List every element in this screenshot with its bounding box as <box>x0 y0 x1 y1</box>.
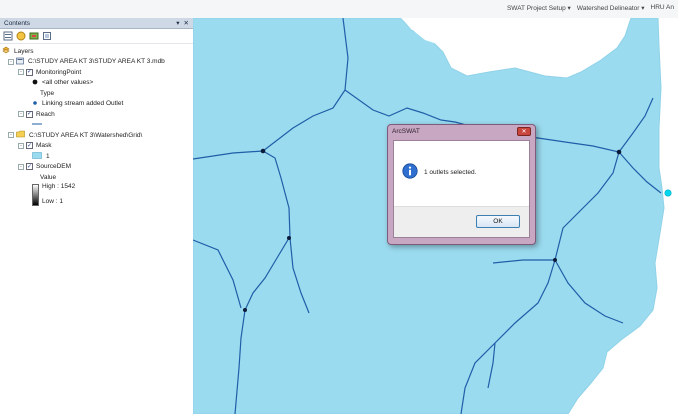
toc-row-symbol-reach-line <box>2 120 191 131</box>
blue-dot-icon <box>32 100 38 108</box>
outlet-point[interactable] <box>553 258 557 262</box>
toc-row-label: Reach <box>36 110 55 118</box>
toc-toolbar <box>0 29 193 44</box>
table-of-contents-panel: Contents ▾ ✕ Layers - C:\STUDY AREA KT 3… <box>0 18 194 414</box>
ramp-icon <box>32 183 39 206</box>
toc-row-source-dem[interactable]: - ✓ SourceDEM <box>2 162 191 173</box>
dialog-title: ArcSWAT <box>392 127 420 135</box>
ramp-low-label: Low : 1 <box>42 197 63 205</box>
menu-watershed-delineator[interactable]: Watershed Delineator ▾ <box>577 4 645 12</box>
toc-row-label: Linking stream added Outlet <box>42 100 124 108</box>
outlet-point[interactable] <box>287 236 291 240</box>
toc-row-label: C:\STUDY AREA KT 3\Watershed\Grid\ <box>29 131 143 139</box>
list-by-selection-icon[interactable] <box>42 31 52 41</box>
collapse-toggle[interactable]: - <box>8 132 14 139</box>
collapse-toggle[interactable]: - <box>8 58 14 65</box>
toc-row-label: MonitoringPoint <box>36 68 82 76</box>
toc-title: Contents <box>4 19 31 27</box>
menu-hru-analysis[interactable]: HRU An <box>651 4 674 12</box>
layer-visibility-checkbox[interactable]: ✓ <box>26 142 33 150</box>
swat-menu-bar: SWAT Project Setup ▾ Watershed Delineato… <box>507 4 674 12</box>
toc-row-type-heading: Type <box>2 88 191 99</box>
dialog-body: 1 outlets selected. OK <box>393 140 530 238</box>
toc-row-layers[interactable]: Layers <box>2 46 191 57</box>
toc-row-mask[interactable]: - ✓ Mask <box>2 141 191 152</box>
database-icon <box>16 57 24 67</box>
top-toolbar: SWAT Project Setup ▾ Watershed Delineato… <box>0 0 678 19</box>
outlet-point[interactable] <box>260 148 266 154</box>
toc-row-symbol-added-outlet: Linking stream added Outlet <box>2 99 191 110</box>
toc-row-label: Type <box>40 89 55 97</box>
toc-title-bar: Contents ▾ ✕ <box>0 18 193 29</box>
ok-button[interactable]: OK <box>476 215 520 228</box>
toc-row-label: C:\STUDY AREA KT 3\STUDY AREA KT 3.mdb <box>28 58 165 66</box>
toc-row-value-heading: Value <box>2 172 191 183</box>
collapse-toggle[interactable]: - <box>18 111 24 118</box>
black-dot-icon <box>32 79 38 87</box>
collapse-toggle[interactable]: - <box>18 163 24 170</box>
line-icon <box>32 121 42 129</box>
selected-added-outlet[interactable] <box>664 189 672 197</box>
outlet-point[interactable] <box>243 308 247 312</box>
outlet-point[interactable] <box>616 149 622 155</box>
dialog-message: 1 outlets selected. <box>424 168 477 176</box>
close-icon[interactable]: ✕ <box>184 19 189 27</box>
layer-tree: Layers - C:\STUDY AREA KT 3\STUDY AREA K… <box>0 44 193 209</box>
list-by-visibility-icon[interactable] <box>29 31 39 41</box>
dialog-close-button[interactable]: ✕ <box>517 126 531 136</box>
toc-row-label: Mask <box>36 142 52 150</box>
collapse-toggle[interactable]: - <box>18 142 24 149</box>
list-by-drawing-order-icon[interactable] <box>3 31 13 41</box>
ramp-high-label: High : 1542 <box>42 182 76 190</box>
list-by-source-icon[interactable] <box>16 31 26 41</box>
dialog-button-bar: OK <box>394 206 529 237</box>
collapse-toggle[interactable]: - <box>18 69 24 76</box>
toc-row-label: SourceDEM <box>36 163 72 171</box>
menu-swat-project-setup[interactable]: SWAT Project Setup ▾ <box>507 4 571 12</box>
dem-ramp-legend: High : 1542 Low : 1 <box>2 183 191 207</box>
toc-row-monitoring-point[interactable]: - ✓ MonitoringPoint <box>2 67 191 78</box>
toc-row-symbol-other-values: <all other values> <box>2 78 191 89</box>
toc-row-label: Layers <box>14 47 34 55</box>
toc-row-label: <all other values> <box>42 79 94 87</box>
layer-visibility-checkbox[interactable]: ✓ <box>26 163 33 171</box>
toc-row-label: 1 <box>46 152 50 160</box>
folder-icon <box>16 130 25 140</box>
arcswat-message-dialog: ArcSWAT ✕ 1 outlets selected. OK <box>387 124 536 245</box>
blue-swatch-icon <box>32 151 42 161</box>
toc-row-reach[interactable]: - ✓ Reach <box>2 109 191 120</box>
pin-dropdown-icon[interactable]: ▾ <box>176 19 179 27</box>
layer-visibility-checkbox[interactable]: ✓ <box>26 110 33 118</box>
toc-row-label: Value <box>40 173 57 181</box>
info-icon <box>402 163 418 181</box>
layer-visibility-checkbox[interactable]: ✓ <box>26 68 33 76</box>
toc-row-database[interactable]: - C:\STUDY AREA KT 3\STUDY AREA KT 3.mdb <box>2 57 191 68</box>
dialog-title-bar[interactable]: ArcSWAT ✕ <box>388 125 535 137</box>
dialog-message-row: 1 outlets selected. <box>402 163 476 181</box>
layers-icon <box>2 46 10 56</box>
toc-row-symbol-mask-value: 1 <box>2 151 191 162</box>
toc-row-grid-folder[interactable]: - C:\STUDY AREA KT 3\Watershed\Grid\ <box>2 130 191 141</box>
